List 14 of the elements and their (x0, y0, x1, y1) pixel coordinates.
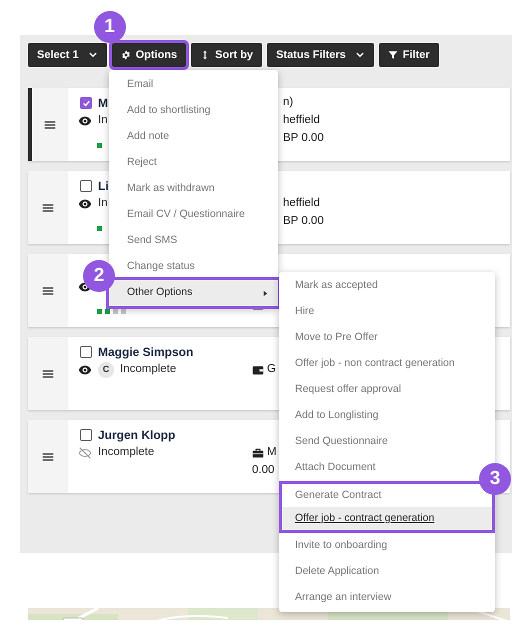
detail-text: BP 0.00 (283, 214, 324, 230)
detail-text: heffield (283, 113, 320, 128)
status-text: In (98, 196, 108, 212)
avatar: C (98, 362, 114, 378)
callout-badge: 1 (94, 11, 126, 43)
status-text: Incomplete (98, 445, 154, 460)
status-text: Incomplete (120, 362, 176, 378)
detail-text: heffield (283, 196, 320, 212)
detail-text: G (267, 362, 276, 378)
detail-text: BP 0.00 (283, 131, 324, 146)
status-text: In (98, 113, 108, 128)
detail-text: n) (283, 95, 294, 110)
detail-text: 0.00 (252, 463, 274, 478)
detail-text: M (267, 445, 277, 460)
